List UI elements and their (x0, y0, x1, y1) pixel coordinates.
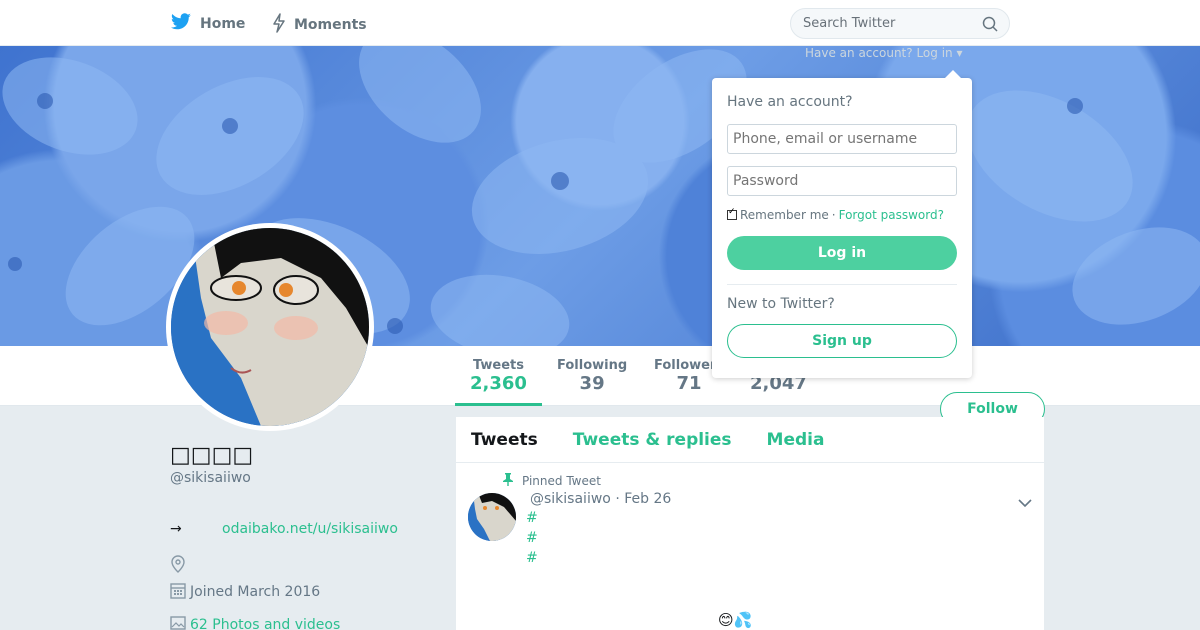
joined-date: Joined March 2016 (190, 584, 321, 600)
stat-following-label: Following (557, 358, 628, 373)
pinned-tweet-label-row: Pinned Tweet (502, 472, 601, 489)
profile-link[interactable]: odaibako.net/u/sikisaiiwo (222, 521, 398, 537)
dropdown-caret (944, 70, 962, 79)
active-stat-underline (455, 403, 542, 406)
profile-photos-row: 62 Photos and videos (170, 616, 340, 630)
twitter-bird-icon (170, 13, 192, 35)
stat-following[interactable]: Following 39 (557, 358, 627, 394)
username-field[interactable] (727, 124, 957, 154)
search-icon[interactable] (982, 16, 998, 36)
timeline-tabs: Tweets Tweets & replies Media (456, 417, 1044, 463)
photos-videos-link[interactable]: 62 Photos and videos (190, 617, 340, 630)
stat-tweets-label: Tweets (472, 358, 524, 373)
login-hint[interactable]: Have an account? Log in ▾ (805, 46, 962, 60)
tweet-avatar[interactable] (468, 493, 516, 541)
nav-moments[interactable]: Moments (272, 13, 367, 37)
photo-icon (170, 616, 186, 630)
chevron-down-icon[interactable] (1018, 493, 1032, 512)
profile-location-row (170, 555, 186, 577)
login-dropdown: Have an account? Remember me · Forgot pa… (712, 78, 972, 378)
tab-tweets-replies[interactable]: Tweets & replies (573, 430, 732, 450)
nav-home-label: Home (200, 16, 246, 32)
profile-name[interactable]: □□□□ (170, 443, 253, 468)
top-navigation: Home Moments Search Twitter (0, 0, 1200, 46)
tweet-header: @sikisaiiwo · Feb 26 (530, 491, 671, 507)
profile-joined-row: Joined March 2016 (170, 581, 320, 603)
pinned-tweet[interactable]: Pinned Tweet @sikisaiiwo · Feb 26 # # # … (456, 463, 1044, 630)
stat-tweets[interactable]: Tweets 2,360 (470, 358, 527, 394)
pin-icon (502, 472, 514, 489)
search-input[interactable]: Search Twitter (790, 8, 1010, 39)
forgot-password-link[interactable]: Forgot password? (839, 208, 944, 222)
remember-row: Remember me · Forgot password? (727, 207, 944, 222)
remember-checkbox[interactable] (727, 207, 737, 220)
tweet-separator: · (615, 491, 620, 507)
tab-media[interactable]: Media (767, 430, 825, 450)
pinned-tweet-label: Pinned Tweet (522, 473, 601, 488)
search-placeholder: Search Twitter (803, 16, 896, 31)
timeline: Tweets Tweets & replies Media Pinned Twe… (456, 417, 1044, 630)
calendar-icon (170, 581, 186, 603)
nav-moments-label: Moments (294, 17, 367, 33)
new-to-twitter-heading: New to Twitter? (727, 296, 835, 312)
tweet-emoji: 😊💦 (718, 611, 753, 629)
password-field[interactable] (727, 166, 957, 196)
hashtag-link[interactable]: # (526, 550, 538, 566)
remember-label: Remember me (740, 208, 829, 222)
nav-home[interactable]: Home (170, 13, 245, 35)
profile-handle[interactable]: @sikisaiiwo (170, 470, 251, 486)
tweet-handle[interactable]: @sikisaiiwo (530, 491, 611, 507)
signup-button[interactable]: Sign up (727, 324, 957, 358)
avatar-image (171, 228, 369, 426)
lightning-icon (272, 13, 286, 37)
profile-link-row: → odaibako.net/u/sikisaiiwo (170, 521, 398, 537)
stat-tweets-value: 2,360 (470, 373, 527, 394)
hashtag-link[interactable]: # (526, 510, 538, 526)
hashtag-link[interactable]: # (526, 530, 538, 546)
login-button[interactable]: Log in (727, 236, 957, 270)
login-heading: Have an account? (727, 94, 853, 110)
stat-following-value: 39 (579, 373, 605, 394)
tab-tweets[interactable]: Tweets (471, 430, 538, 450)
link-arrow-icon: → (170, 521, 182, 537)
login-divider (727, 284, 957, 285)
remember-separator: · (831, 208, 836, 222)
profile-avatar[interactable] (166, 223, 374, 431)
location-icon (170, 555, 186, 577)
tweet-date[interactable]: Feb 26 (624, 491, 671, 507)
